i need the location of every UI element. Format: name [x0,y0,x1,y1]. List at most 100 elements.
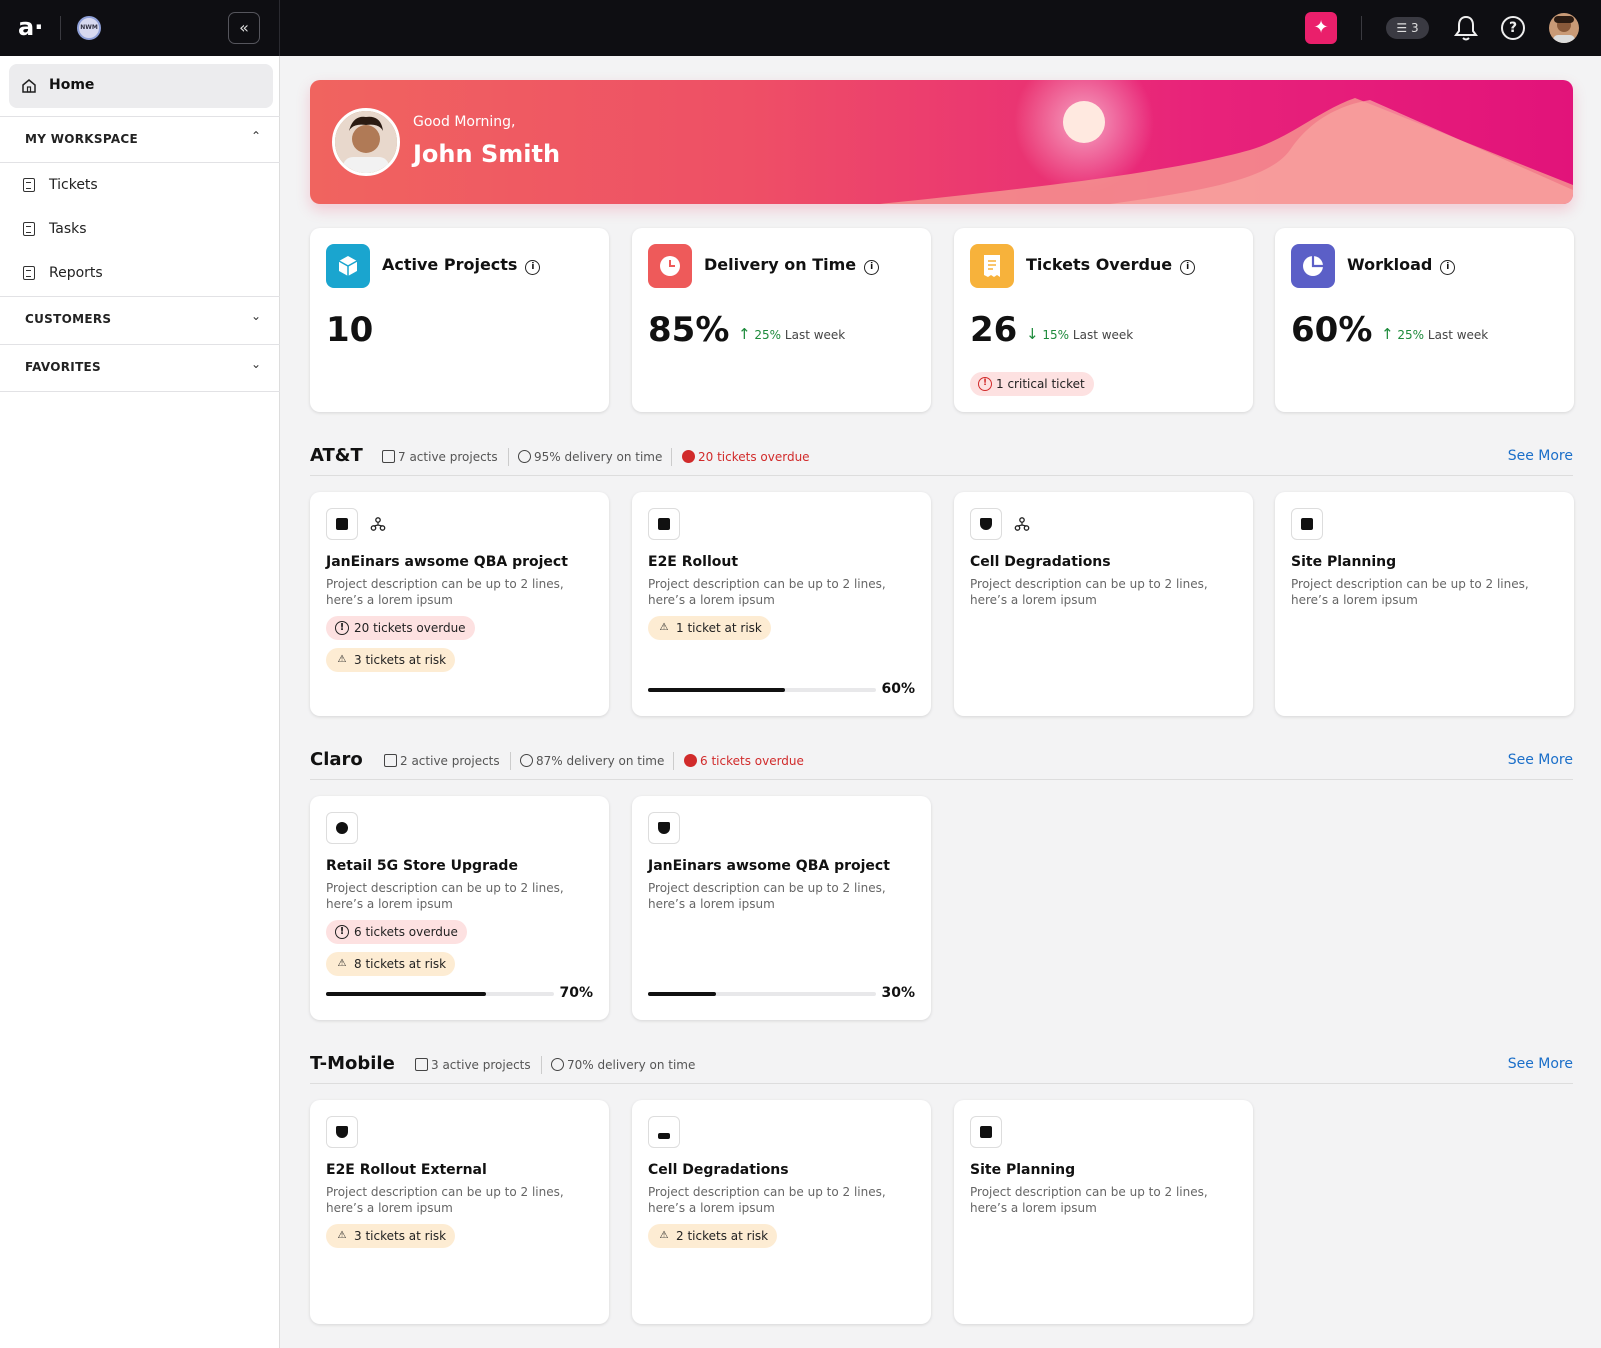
project-card[interactable]: JanEinars awsome QBA project Project des… [310,492,609,716]
tasks-count-button[interactable]: ☰ 3 [1386,17,1429,39]
risk-badge[interactable]: ⚠ 8 tickets at risk [326,952,456,976]
project-card[interactable]: Cell Degradations Project description ca… [954,492,1253,716]
kpi-title: Tickets Overdue i [1026,255,1196,275]
help-icon[interactable]: ? [1501,16,1525,40]
chevron-down-icon: ⌄ [250,309,261,323]
sidebar-item-tasks[interactable]: Tasks [0,210,280,250]
kpi-title: Active Projects i [382,255,541,275]
risk-badge[interactable]: ⚠ 2 tickets at risk [648,1224,778,1248]
project-description: Project description can be up to 2 lines… [326,881,564,911]
arrow-down-icon: ↓ [1026,325,1039,343]
risk-badge[interactable]: ⚠ 3 tickets at risk [326,648,456,672]
overdue-badge[interactable]: ! 6 tickets overdue [326,920,467,944]
project-description: Project description can be up to 2 lines… [326,577,564,607]
workspace-badge[interactable]: NWM [77,16,101,40]
project-card[interactable]: E2E Rollout Project description can be u… [632,492,931,716]
critical-ticket-badge[interactable]: ! 1 critical ticket [970,372,1094,396]
collapse-sidebar-button[interactable]: « [228,12,260,44]
active-projects-stat: 3 active projects [415,1058,531,1072]
welcome-banner: Good Morning, John Smith [310,80,1573,204]
see-more-link[interactable]: See More [1508,752,1573,768]
my-workspace-section[interactable]: MY WORKSPACE ⌃ [0,116,280,162]
sidebar-item-reports[interactable]: Reports [0,254,280,294]
divider [508,448,509,466]
customers-section[interactable]: CUSTOMERS ⌄ [0,296,280,342]
chevron-down-icon: ⌄ [250,357,261,371]
overdue-stat: 20 tickets overdue [682,450,810,464]
greeting-text: Good Morning, [413,114,516,130]
customer-name[interactable]: T-Mobile [310,1053,395,1074]
chevron-up-icon: ⌃ [250,129,261,143]
project-description: Project description can be up to 2 lines… [1291,577,1529,607]
sidebar-item-tickets[interactable]: Tickets [0,166,280,206]
kpi-value: 60% [1291,310,1373,350]
ai-assistant-button[interactable]: ✦ [1305,12,1337,44]
info-icon[interactable]: i [525,260,541,275]
cube-icon [970,1116,1002,1148]
document-icon [23,178,35,192]
shield-icon [970,508,1002,540]
project-card[interactable]: E2E Rollout External Project description… [310,1100,609,1324]
project-title: JanEinars awsome QBA project [326,554,568,570]
warning-icon: ⚠ [337,958,347,969]
progress-fill [648,688,785,692]
divider [1361,16,1362,40]
kpi-card-workload[interactable]: Workload i 60% ↑ 25% Last week [1275,228,1574,412]
shield-icon [648,812,680,844]
bell-icon[interactable] [1453,14,1479,42]
list-icon: ☰ [1396,21,1411,35]
info-icon[interactable]: i [864,260,880,275]
project-card[interactable]: Cell Degradations Project description ca… [632,1100,931,1324]
alert-icon [682,450,695,463]
divider [541,1056,542,1074]
customer-name[interactable]: AT&T [310,445,363,466]
alert-icon [684,754,697,767]
clock-icon [551,1058,564,1071]
info-icon[interactable]: i [1440,260,1456,275]
project-title: E2E Rollout External [326,1162,487,1178]
warning-icon: ⚠ [659,1230,669,1241]
clock-icon [648,244,692,288]
sidebar: Home MY WORKSPACE ⌃ Tickets Tasks Report… [0,56,280,1348]
kpi-card-active-projects[interactable]: Active Projects i 10 [310,228,609,412]
overdue-badge[interactable]: ! 20 tickets overdue [326,616,475,640]
divider [673,752,674,770]
cube-icon [326,244,370,288]
delivery-stat: 95% delivery on time [518,450,662,464]
risk-badge[interactable]: ⚠ 3 tickets at risk [326,1224,456,1248]
divider [60,16,61,40]
progress-label: 30% [881,985,915,1001]
divider [0,391,280,392]
risk-badge[interactable]: ⚠ 1 ticket at risk [648,616,771,640]
kpi-card-tickets-overdue[interactable]: Tickets Overdue i 26 ↓ 15% Last week ! 1 c… [954,228,1253,412]
cube-icon [326,508,358,540]
app-logo[interactable]: a· [18,15,43,39]
cube-icon [1291,508,1323,540]
delivery-stat: 70% delivery on time [551,1058,695,1072]
customer-name[interactable]: Claro [310,749,363,770]
project-card[interactable]: JanEinars awsome QBA project Project des… [632,796,931,1020]
cube-icon [648,508,680,540]
project-card[interactable]: Retail 5G Store Upgrade Project descript… [310,796,609,1020]
kpi-card-delivery[interactable]: Delivery on Time i 85% ↑ 25% Last week [632,228,931,412]
customer-header-tmobile: T-Mobile 3 active projects 70% delivery … [310,1044,1573,1084]
sidebar-item-home[interactable]: Home [9,64,273,108]
project-description: Project description can be up to 2 lines… [648,577,886,607]
divider [510,752,511,770]
project-title: Retail 5G Store Upgrade [326,858,518,874]
customer-header-att: AT&T 7 active projects 95% delivery on t… [310,436,1573,476]
pie-icon [1291,244,1335,288]
clock-icon [520,754,533,767]
project-card[interactable]: Site Planning Project description can be… [954,1100,1253,1324]
project-card[interactable]: Site Planning Project description can be… [1275,492,1574,716]
info-icon[interactable]: i [1180,260,1196,275]
user-avatar[interactable] [1549,13,1579,43]
see-more-link[interactable]: See More [1508,1056,1573,1072]
progress-fill [326,992,486,996]
network-icon [1014,517,1030,531]
progress-label: 70% [559,985,593,1001]
see-more-link[interactable]: See More [1508,448,1573,464]
tasks-count: 3 [1410,21,1419,35]
project-title: Cell Degradations [648,1162,789,1178]
favorites-section[interactable]: FAVORITES ⌄ [0,344,280,390]
